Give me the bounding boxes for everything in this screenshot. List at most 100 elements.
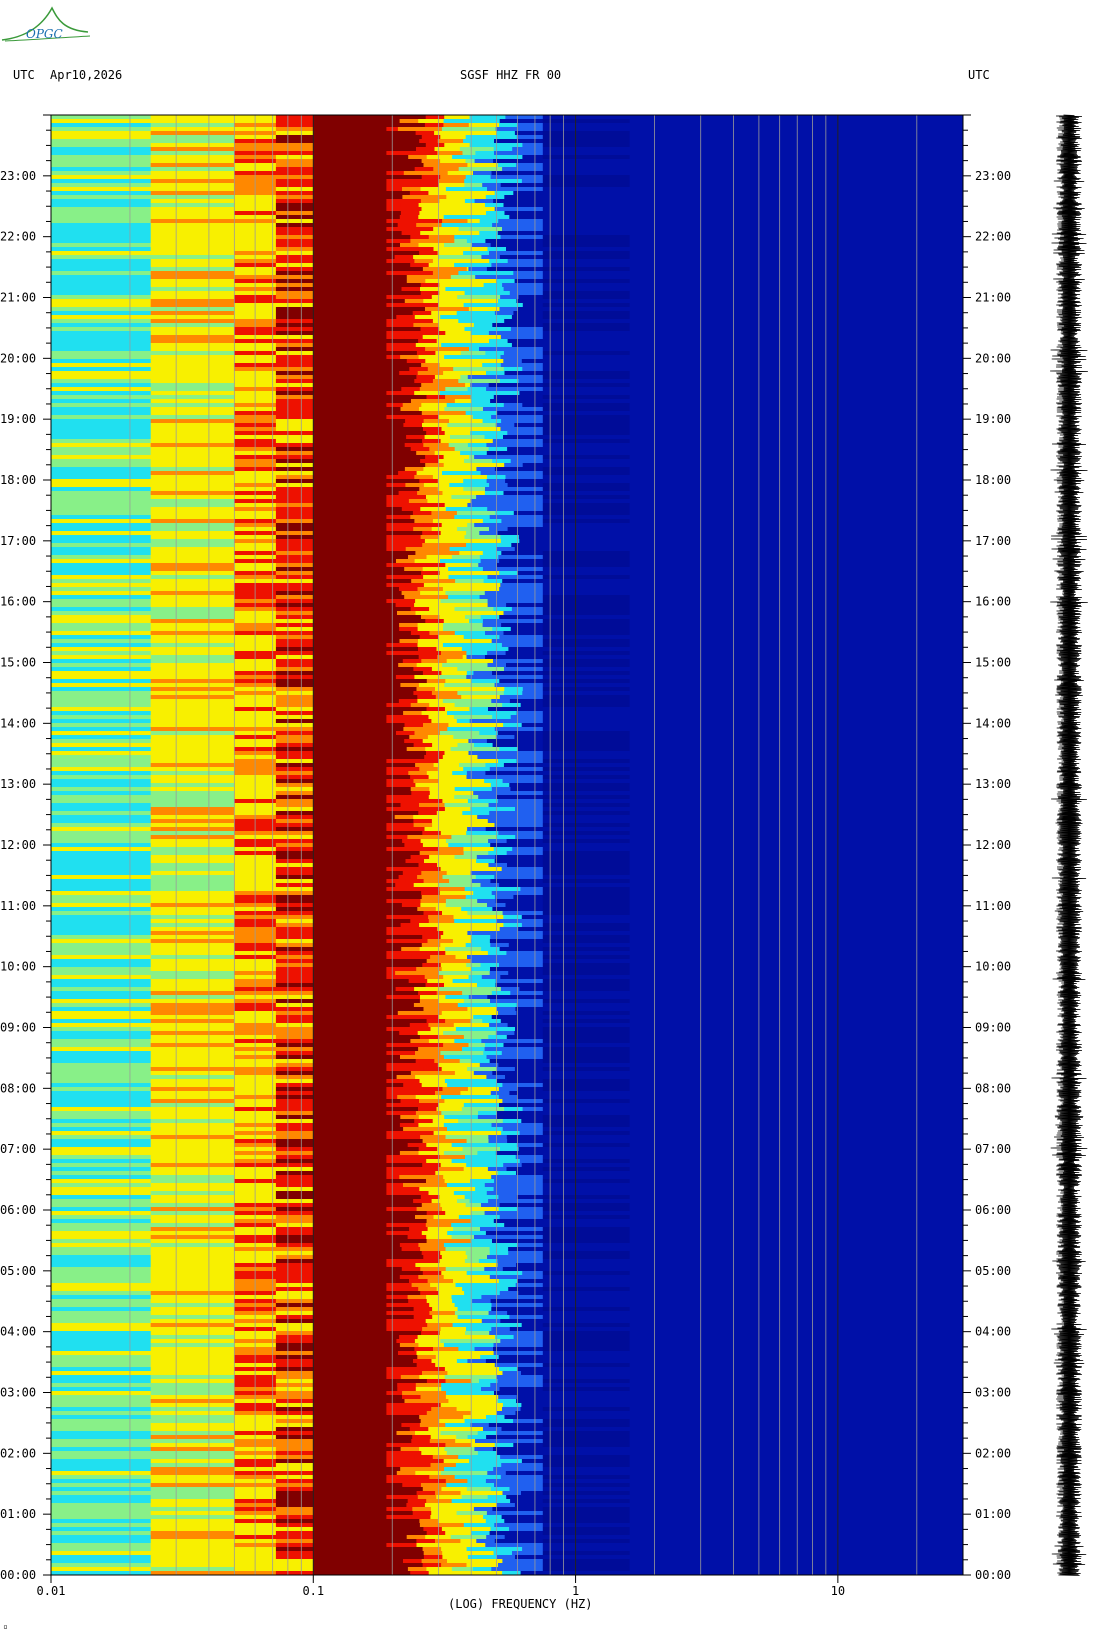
heatmap-cell xyxy=(490,783,510,787)
heatmap-cell xyxy=(150,1063,235,1067)
heatmap-cell xyxy=(51,783,152,787)
heatmap-cell xyxy=(426,1411,446,1415)
heatmap-cell xyxy=(542,1275,630,1279)
heatmap-cell xyxy=(447,1559,503,1563)
heatmap-cell xyxy=(473,791,493,795)
heatmap-cell xyxy=(275,171,314,175)
heatmap-cell xyxy=(520,167,544,171)
heatmap-cell xyxy=(459,1131,502,1135)
heatmap-cell xyxy=(275,1295,314,1299)
heatmap-cell xyxy=(150,1179,235,1183)
heatmap-cell xyxy=(454,447,490,451)
heatmap-cell xyxy=(150,647,235,651)
heatmap-cell xyxy=(542,803,630,807)
heatmap-cell xyxy=(439,283,466,287)
heatmap-cell xyxy=(510,787,544,791)
y-tick-label: 10:00 xyxy=(0,960,36,974)
heatmap-cell xyxy=(542,255,630,259)
heatmap-cell xyxy=(419,999,439,1003)
heatmap-cell xyxy=(542,903,630,907)
heatmap-cell xyxy=(150,867,235,871)
heatmap-cell xyxy=(542,1383,630,1387)
heatmap-cell xyxy=(51,1003,152,1007)
heatmap-cell xyxy=(150,1251,235,1255)
heatmap-cell xyxy=(150,327,235,331)
heatmap-cell xyxy=(386,1371,404,1375)
heatmap-cell xyxy=(386,291,422,295)
heatmap-cell xyxy=(438,323,475,327)
heatmap-cell xyxy=(150,1151,235,1155)
heatmap-cell xyxy=(496,1027,516,1031)
heatmap-cell xyxy=(521,911,544,915)
heatmap-cell xyxy=(51,1143,152,1147)
heatmap-cell xyxy=(506,603,544,607)
heatmap-cell xyxy=(275,123,314,127)
heatmap-cell xyxy=(463,1035,489,1039)
heatmap-cell xyxy=(542,1523,630,1527)
heatmap-cell xyxy=(150,1219,235,1223)
heatmap-cell xyxy=(441,1139,467,1143)
heatmap-cell xyxy=(497,1263,517,1267)
heatmap-cell xyxy=(275,967,314,971)
heatmap-cell xyxy=(51,339,152,343)
heatmap-cell xyxy=(542,1467,630,1471)
heatmap-cell xyxy=(467,219,481,223)
heatmap-cell xyxy=(499,1295,544,1299)
heatmap-cell xyxy=(275,951,314,955)
heatmap-cell xyxy=(447,727,477,731)
heatmap-cell xyxy=(51,1499,152,1503)
heatmap-cell xyxy=(499,1203,544,1207)
heatmap-cell xyxy=(449,547,497,551)
heatmap-cell xyxy=(474,743,493,747)
heatmap-cell xyxy=(517,571,544,575)
heatmap-cell xyxy=(418,1287,438,1291)
heatmap-cell xyxy=(150,1363,235,1367)
heatmap-cell xyxy=(429,447,456,451)
heatmap-cell xyxy=(503,155,523,159)
heatmap-cell xyxy=(275,843,314,847)
heatmap-cell xyxy=(275,207,314,211)
heatmap-cell xyxy=(542,115,630,119)
heatmap-cell xyxy=(500,183,544,187)
heatmap-cell xyxy=(150,1123,235,1127)
heatmap-cell xyxy=(491,787,511,791)
heatmap-cell xyxy=(485,763,505,767)
heatmap-cell xyxy=(150,1563,235,1567)
heatmap-cell xyxy=(458,1215,501,1219)
heatmap-cell xyxy=(542,663,630,667)
heatmap-cell xyxy=(150,983,235,987)
heatmap-cell xyxy=(492,1507,544,1511)
heatmap-cell xyxy=(421,403,448,407)
heatmap-cell xyxy=(418,1151,445,1155)
heatmap-cell xyxy=(275,127,314,131)
heatmap-cell xyxy=(432,1455,459,1459)
heatmap-cell xyxy=(518,1291,544,1295)
heatmap-cell xyxy=(431,1199,458,1203)
heatmap-cell xyxy=(542,263,630,267)
heatmap-cell xyxy=(51,579,152,583)
heatmap-cell xyxy=(410,1039,430,1043)
heatmap-cell xyxy=(150,775,235,779)
heatmap-cell xyxy=(386,759,421,763)
heatmap-cell xyxy=(401,1423,421,1427)
heatmap-cell xyxy=(51,487,152,491)
heatmap-cell xyxy=(275,155,314,159)
heatmap-cell xyxy=(423,1527,443,1531)
heatmap-cell xyxy=(489,1251,509,1255)
heatmap-cell xyxy=(313,539,387,543)
heatmap-cell xyxy=(542,1119,630,1123)
heatmap-cell xyxy=(511,315,544,319)
heatmap-cell xyxy=(402,659,422,663)
heatmap-cell xyxy=(426,751,445,755)
heatmap-cell xyxy=(150,799,235,803)
heatmap-cell xyxy=(51,367,152,371)
heatmap-cell xyxy=(275,1335,314,1339)
heatmap-cell xyxy=(386,643,400,647)
heatmap-cell xyxy=(150,1191,235,1195)
heatmap-cell xyxy=(432,743,458,747)
heatmap-cell xyxy=(542,1131,630,1135)
heatmap-cell xyxy=(426,1235,453,1239)
heatmap-cell xyxy=(407,1567,427,1571)
heatmap-cell xyxy=(492,439,512,443)
heatmap-cell xyxy=(400,1375,420,1379)
